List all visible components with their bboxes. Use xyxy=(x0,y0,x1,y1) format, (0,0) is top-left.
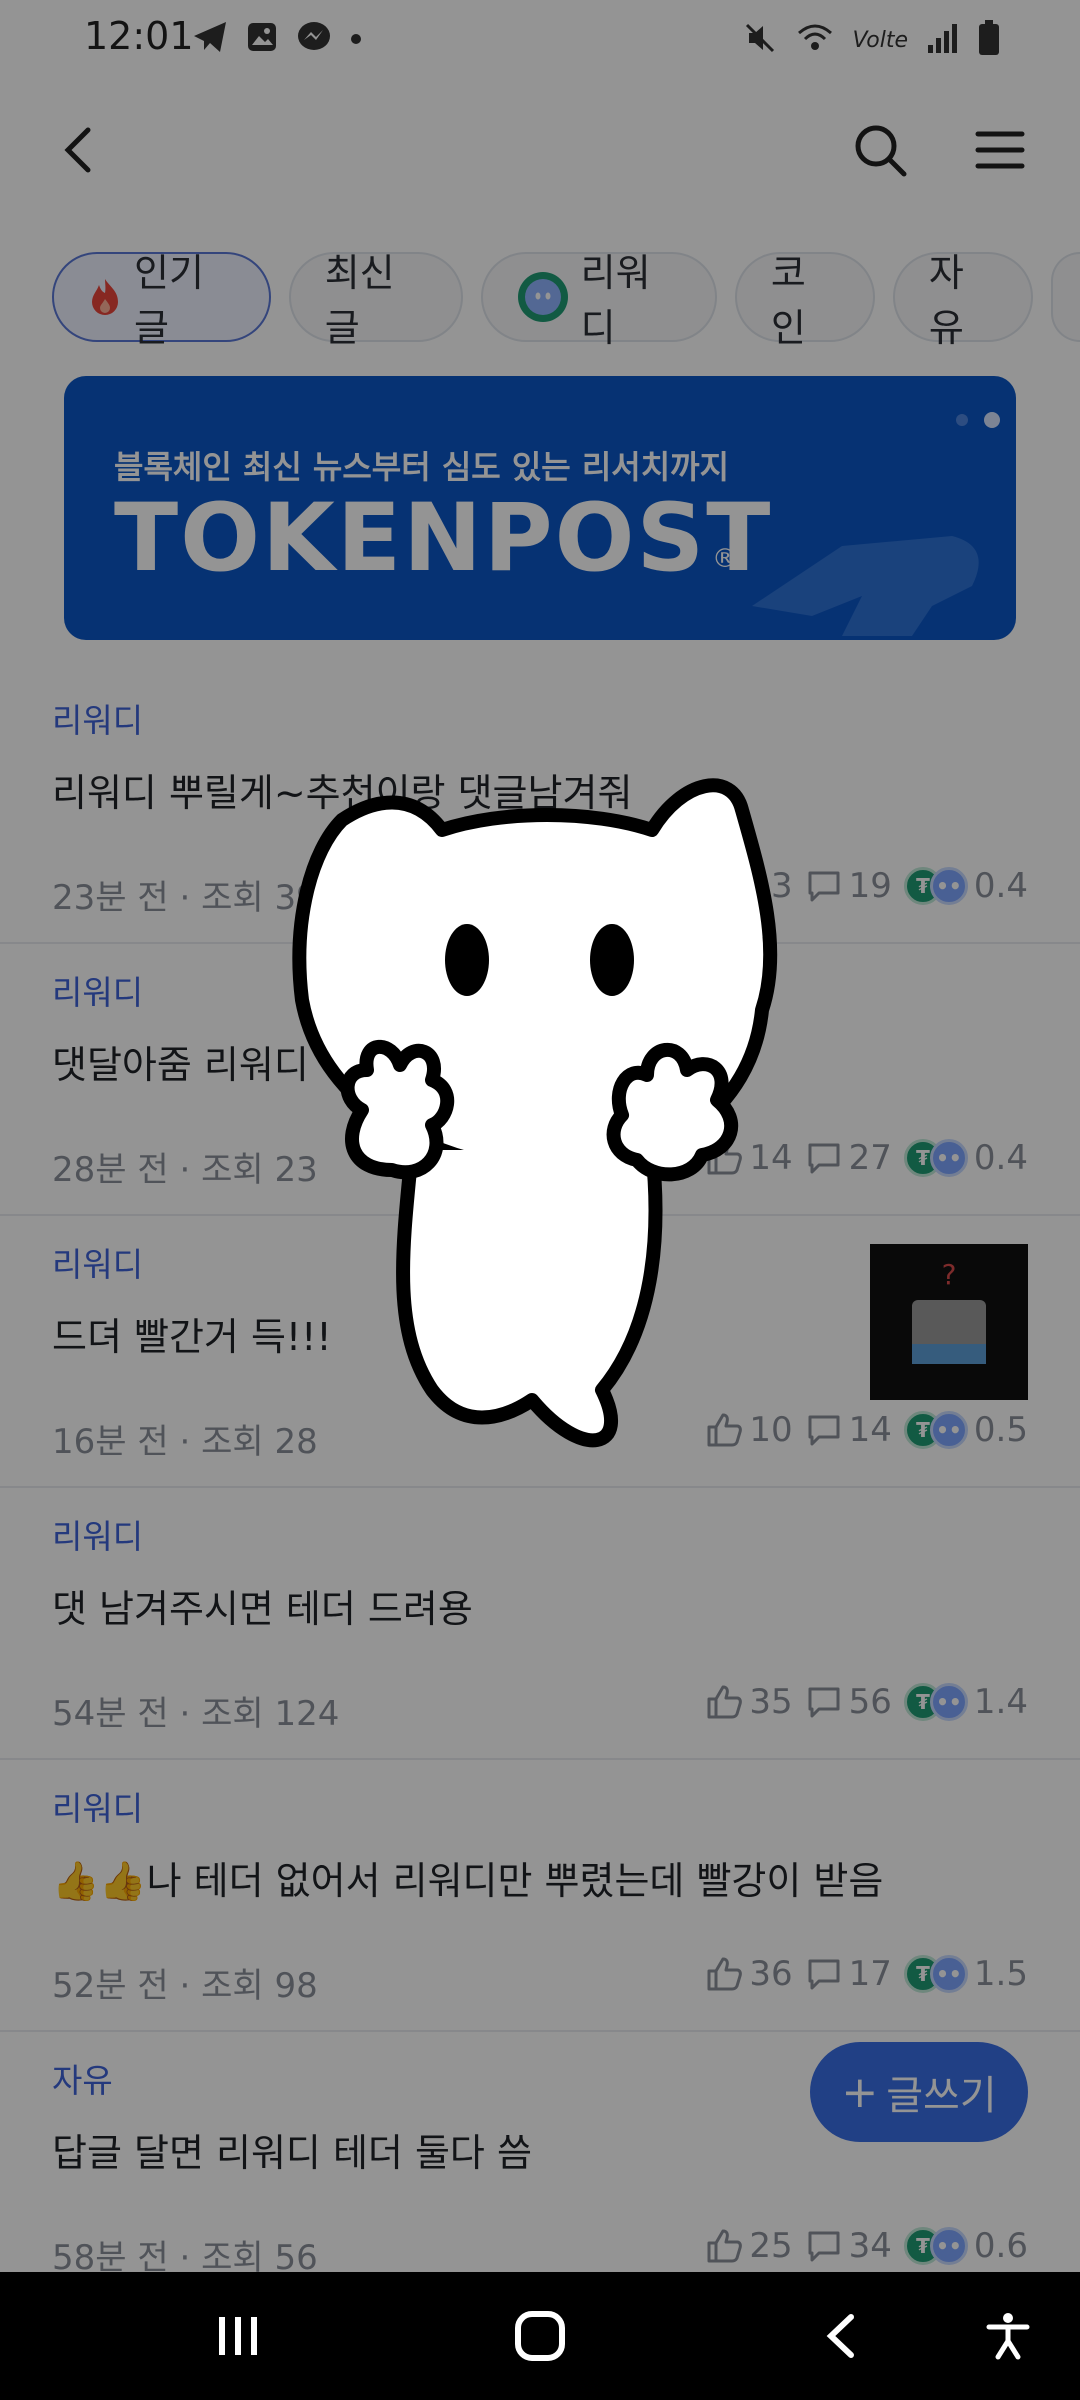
app-screen: 12:01 Volte 인기글 최신글 리워디 코인 자유 블록체인 최신 뉴스… xyxy=(0,0,1080,2272)
home-button[interactable] xyxy=(508,2304,572,2368)
cat-sticker-image xyxy=(282,770,802,1480)
accessibility-icon xyxy=(986,2313,1030,2360)
system-back-button[interactable] xyxy=(810,2304,874,2368)
recent-apps-icon xyxy=(219,2317,257,2355)
home-icon xyxy=(515,2311,565,2361)
recent-apps-button[interactable] xyxy=(206,2304,270,2368)
back-icon xyxy=(826,2314,854,2358)
system-nav-bar xyxy=(0,2272,1080,2400)
accessibility-button[interactable] xyxy=(976,2304,1040,2368)
